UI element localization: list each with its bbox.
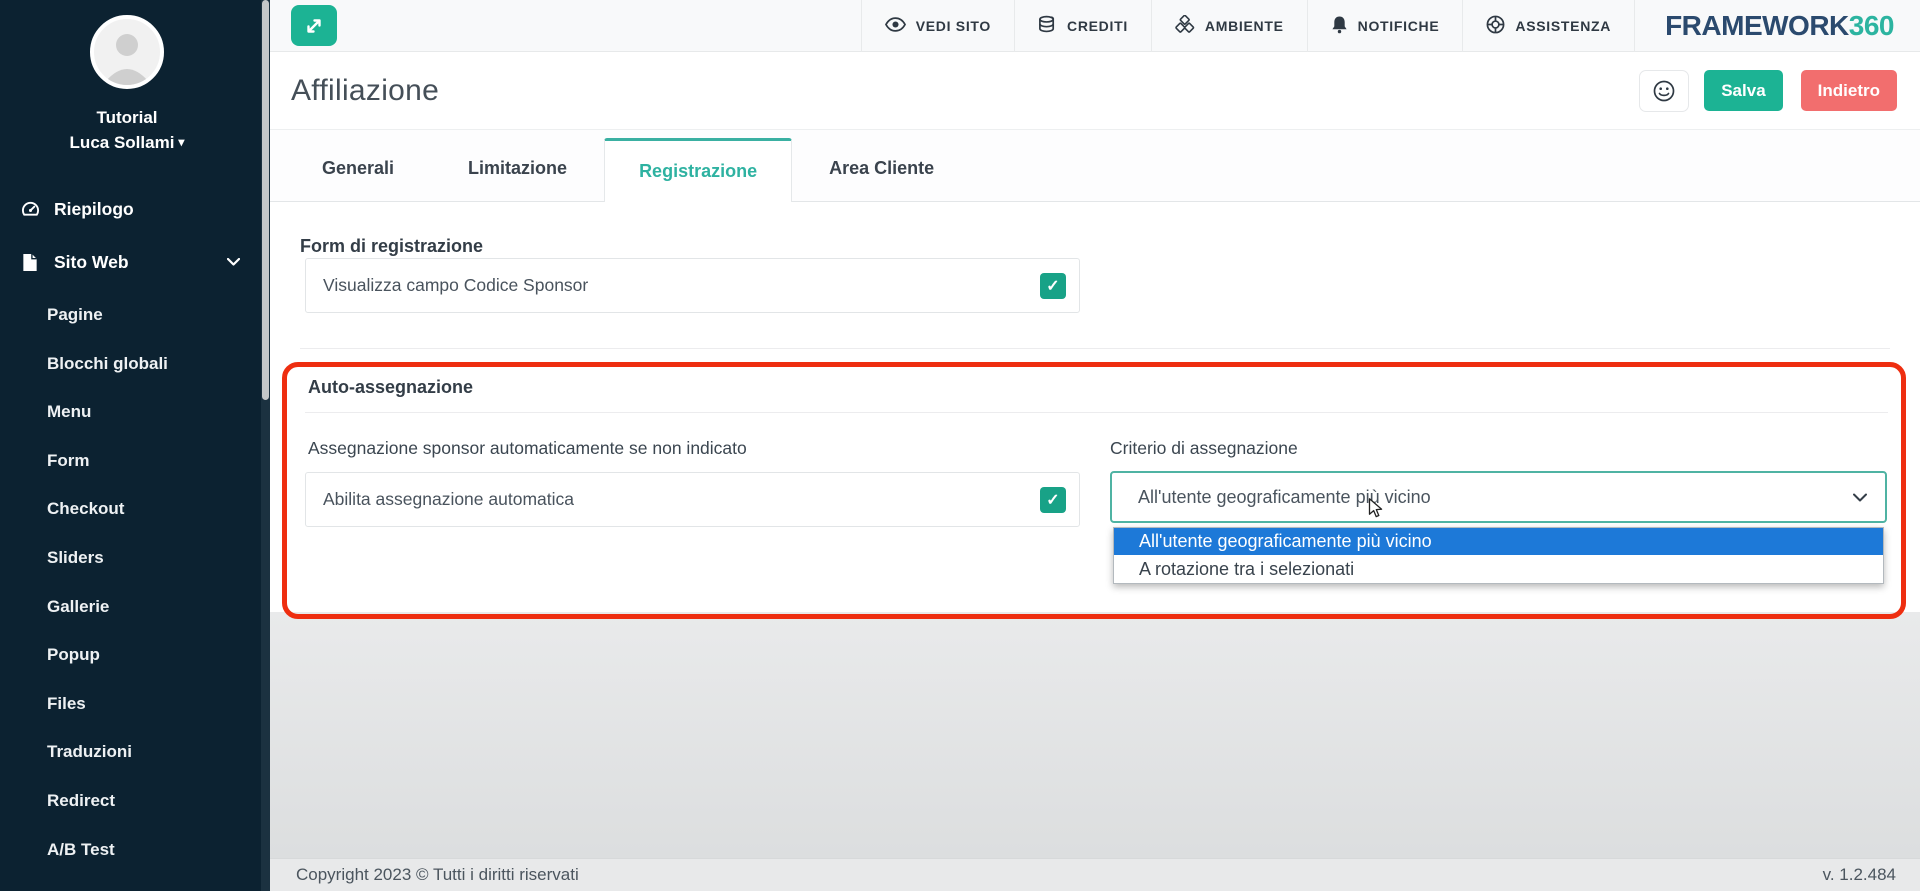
row-codice-sponsor: Visualizza campo Codice Sponsor	[305, 258, 1080, 313]
tab-registrazione[interactable]: Registrazione	[604, 138, 793, 202]
page-background	[270, 612, 1920, 858]
select-chevron-icon	[1853, 493, 1867, 502]
avatar[interactable]	[90, 15, 164, 89]
sidebar-item-ab-test[interactable]: A/B Test	[47, 836, 115, 864]
topbar-item-vedi-sito[interactable]: VEDI SITO	[860, 0, 1014, 52]
app-window: Tutorial Luca Sollami ▾ Riepilogo Sito We…	[0, 0, 1920, 891]
bell-icon	[1331, 15, 1348, 37]
topbar-item-crediti[interactable]: CREDITI	[1014, 0, 1151, 52]
row-abilita-assegnazione: Abilita assegnazione automatica	[305, 472, 1080, 527]
page-header: Affiliazione Salva Indietro	[270, 52, 1920, 130]
expand-diagonal-icon	[307, 18, 321, 33]
topbar-item-ambiente[interactable]: AMBIENTE	[1150, 0, 1307, 52]
back-button[interactable]: Indietro	[1800, 70, 1897, 111]
tab-area-cliente[interactable]: Area Cliente	[792, 138, 971, 202]
coins-icon	[1038, 15, 1057, 37]
select-criterio-assegnazione[interactable]: All'utente geograficamente più vicino	[1110, 471, 1887, 523]
copyright-text: Copyright 2023 © Tutti i diritti riserva…	[296, 865, 579, 884]
caret-down-icon: ▾	[178, 135, 185, 149]
checkbox-abilita-assegnazione[interactable]	[1040, 486, 1066, 513]
scrollbar-thumb[interactable]	[262, 0, 269, 400]
sidebar-item-sito-web[interactable]: Sito Web	[0, 248, 254, 276]
emoji-button[interactable]	[1639, 69, 1690, 112]
sidebar-scrollbar[interactable]	[261, 0, 270, 891]
checkbox-codice-sponsor[interactable]	[1040, 272, 1066, 299]
sidebar-item-riepilogo[interactable]: Riepilogo	[0, 195, 254, 223]
smiley-icon	[1653, 80, 1675, 101]
heading-divider	[305, 412, 1888, 413]
eye-icon	[884, 16, 906, 35]
sidebar-item-menu[interactable]: Menu	[47, 398, 91, 426]
sidebar-item-form[interactable]: Form	[47, 447, 90, 475]
footer: Copyright 2023 © Tutti i diritti riserva…	[270, 858, 1920, 891]
save-button[interactable]: Salva	[1704, 70, 1783, 111]
sidebar-item-popup[interactable]: Popup	[47, 641, 100, 669]
life-ring-icon	[1486, 15, 1505, 37]
sidebar-item-gallerie[interactable]: Gallerie	[47, 593, 109, 621]
sidebar-item-pagine[interactable]: Pagine	[47, 301, 103, 329]
page-title: Affiliazione	[291, 73, 440, 107]
tab-limitazione[interactable]: Limitazione	[431, 138, 604, 202]
sidebar-item-blocchi-globali[interactable]: Blocchi globali	[47, 350, 168, 378]
topbar-item-notifiche[interactable]: NOTIFICHE	[1306, 0, 1463, 52]
tab-bar: Generali Limitazione Registrazione Area …	[270, 130, 1920, 202]
section-heading-registrazione: Form di registrazione	[300, 236, 484, 256]
sidebar-item-checkout[interactable]: Checkout	[47, 495, 124, 523]
workspace-name: Tutorial	[96, 108, 158, 127]
tab-generali[interactable]: Generali	[285, 138, 431, 202]
topbar-item-assistenza[interactable]: ASSISTENZA	[1462, 0, 1634, 52]
expand-button[interactable]	[291, 5, 337, 46]
framework360-logo[interactable]: FRAMEWORK 360	[1634, 0, 1920, 52]
version-text: v. 1.2.484	[1822, 865, 1896, 884]
sidebar-item-redirect[interactable]: Redirect	[47, 787, 115, 815]
page-icon	[20, 252, 40, 272]
section-heading-auto-assegnazione: Auto-assegnazione	[308, 377, 474, 397]
label-criterio-assegnazione: Criterio di assegnazione	[1110, 438, 1298, 458]
chevron-down-icon	[227, 258, 240, 266]
user-menu[interactable]: Luca Sollami ▾	[0, 133, 254, 153]
sidebar-item-sliders[interactable]: Sliders	[47, 544, 104, 572]
cubes-icon	[1175, 14, 1195, 37]
topbar: VEDI SITO CREDITI AMBIENTE NOTIFICHE ASS…	[270, 0, 1920, 52]
option-utente-vicino[interactable]: All'utente geograficamente più vicino	[1114, 528, 1883, 555]
option-rotazione[interactable]: A rotazione tra i selezionati	[1114, 555, 1883, 583]
label-assegnazione-sponsor: Assegnazione sponsor automaticamente se …	[308, 438, 747, 458]
sidebar-item-files[interactable]: Files	[47, 690, 86, 718]
person-icon	[94, 19, 160, 85]
sidebar: Tutorial Luca Sollami ▾ Riepilogo Sito We…	[0, 0, 270, 891]
gauge-icon	[20, 199, 40, 219]
sidebar-item-traduzioni[interactable]: Traduzioni	[47, 738, 132, 766]
select-options-list: All'utente geograficamente più vicino A …	[1113, 527, 1884, 584]
section-divider	[300, 348, 1890, 349]
main-content: Affiliazione Salva Indietro Generali Lim…	[270, 52, 1920, 891]
